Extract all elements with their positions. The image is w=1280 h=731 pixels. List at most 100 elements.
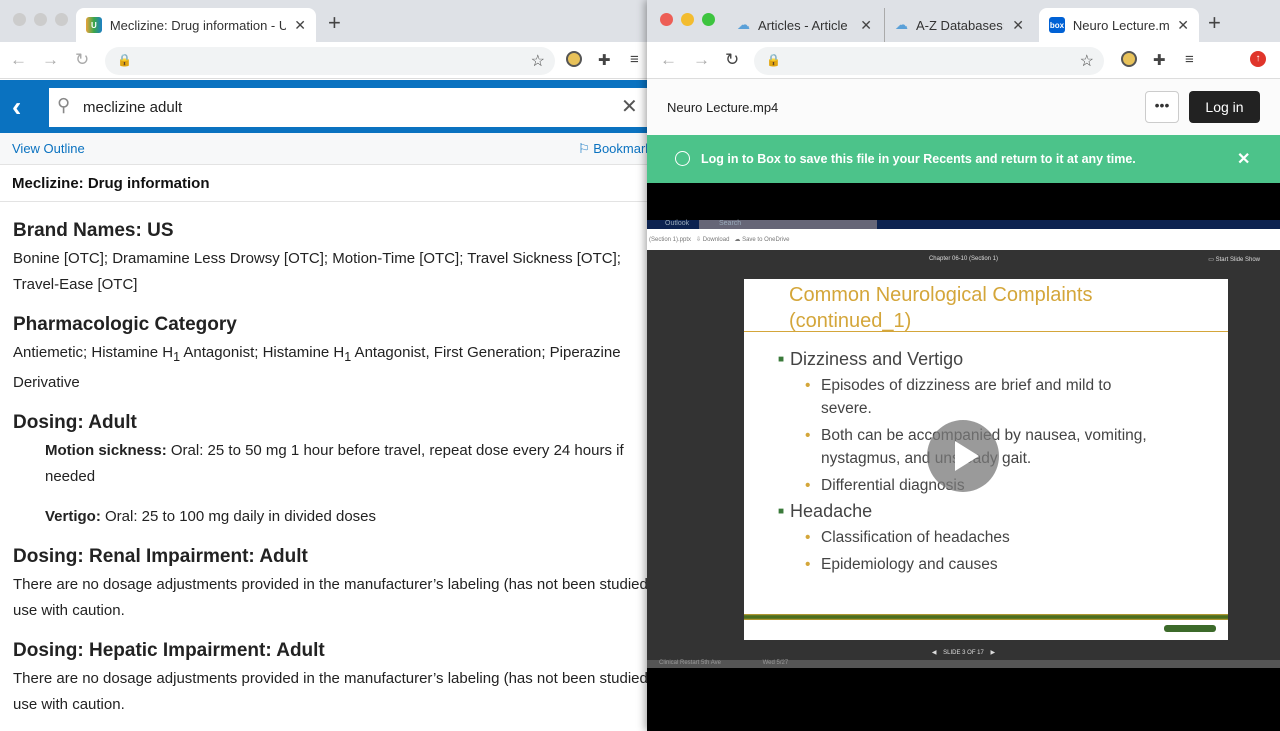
close-tab-icon[interactable]: ✕ [860,17,872,34]
tab-az-databases[interactable]: ☁ A-Z Databases: ✕ [884,8,1034,42]
close-window-button[interactable] [13,13,26,26]
slide-navigation: ◀ SLIDE 3 OF 17 ▶ [931,650,996,656]
chapter-title: Chapter 06-10 (Section 1) [928,256,999,262]
reload-icon[interactable]: ↻ [75,50,89,70]
back-icon[interactable]: ← [660,50,677,70]
file-name: Neuro Lecture.mp4 [667,100,779,115]
bullet: Headache [790,497,1147,526]
uptodate-favicon-icon: U [86,17,102,33]
email-row: Clinical Restart 5th Ave Wed 5/27 [647,660,1280,668]
zoom-window-button[interactable] [702,13,715,26]
clear-search-icon[interactable]: ✕ [621,94,638,119]
tab-meclizine[interactable]: U Meclizine: Drug information - U ✕ [76,8,316,42]
cloud-favicon-icon: ☁ [895,17,908,32]
extensions-puzzle-icon[interactable]: ✚ [1153,51,1166,69]
right-browser-window: ☁ Articles - Article ✕ ☁ A-Z Databases: ✕ bo… [647,0,1280,731]
back-arrow-icon[interactable]: ‹ [12,91,21,123]
url-input[interactable]: 🔒 ☆ [754,47,1104,75]
banner-text: Log in to Box to save this file in your … [701,152,1136,166]
heading-dosing-adult: Dosing: Adult [13,412,137,433]
forward-icon[interactable]: → [693,50,710,70]
bookmark-star-icon[interactable]: ☆ [1080,51,1094,71]
drug-content: Brand Names: US Bonine [OTC]; Dramamine … [13,218,660,731]
url-input[interactable]: 🔒 ☆ [105,47,555,75]
uptodate-header: ‹ ⚲ meclizine adult ✕ [0,80,660,133]
close-banner-icon[interactable]: ✕ [1237,149,1250,169]
window-controls [660,13,715,26]
heading-brand-names: Brand Names: US [13,220,174,241]
outlook-search: Search [699,220,877,229]
slide-counter: SLIDE 3 OF 17 [943,650,984,656]
heading-renal: Dosing: Renal Impairment: Adult [13,546,308,567]
search-input[interactable]: ⚲ meclizine adult ✕ [49,88,649,127]
extensions-puzzle-icon[interactable]: ✚ [598,51,611,69]
renal-text: There are no dosage adjustments provided… [13,576,658,619]
more-options-button[interactable]: ••• [1145,91,1179,123]
minimize-window-button[interactable] [681,13,694,26]
ppt-save: Save to OneDrive [742,237,790,243]
reload-icon[interactable]: ↻ [725,50,739,70]
search-query[interactable]: meclizine adult [83,99,182,116]
close-tab-icon[interactable]: ✕ [294,17,306,34]
bookmark-icon: ⚐ [578,141,590,156]
login-banner: Log in to Box to save this file in your … [647,135,1280,183]
extension-shield-icon[interactable] [1121,51,1137,67]
hepatic-text: There are no dosage adjustments provided… [13,670,658,713]
user-icon [675,151,690,166]
document-title: Meclizine: Drug information [0,165,660,202]
outlook-bar: Outlook Search [647,220,1280,229]
bullet: Epidemiology and causes [792,553,1147,576]
media-queue-icon[interactable]: ≡ [1185,51,1194,68]
box-header: Neuro Lecture.mp4 ••• Log in [647,79,1280,135]
vertigo-dosing: Vertigo: Oral: 25 to 100 mg daily in div… [45,508,376,525]
slide-footer-bar [744,614,1228,620]
tab-strip: ☁ Articles - Article ✕ ☁ A-Z Databases: ✕ bo… [647,0,1280,42]
box-favicon-icon: box [1049,17,1065,33]
extension-shield-icon[interactable] [566,51,582,67]
brand-names-text: Bonine [OTC]; Dramamine Less Drowsy [OTC… [13,250,621,293]
outlook-label: Outlook [665,220,690,227]
view-outline-link[interactable]: View Outline [12,141,85,156]
minimize-window-button[interactable] [34,13,47,26]
motion-sickness-dosing: Motion sickness: Oral: 25 to 50 mg 1 hou… [45,442,624,485]
tab-articles[interactable]: ☁ Articles - Article ✕ [727,8,882,42]
heading-hepatic: Dosing: Hepatic Impairment: Adult [13,640,325,661]
slide-title: Common Neurological Complaints (continued… [789,284,1093,332]
tab-title: Neuro Lecture.m [1072,17,1170,33]
tab-title: A-Z Databases: [916,17,1005,33]
search-icon: ⚲ [57,95,71,115]
video-player[interactable]: Outlook Search (Section 1).pptx ⇩ Downloa… [647,183,1280,731]
close-tab-icon[interactable]: ✕ [1012,17,1024,34]
back-icon[interactable]: ← [10,50,27,70]
tab-neuro-lecture[interactable]: box Neuro Lecture.m ✕ [1039,8,1199,42]
address-bar-row: ← → ↻ 🔒 ☆ ✚ ≡ [0,42,660,79]
zoom-window-button[interactable] [55,13,68,26]
title-rule [744,331,1228,332]
new-tab-icon[interactable]: + [328,10,341,36]
heading-pharmacologic-category: Pharmacologic Category [13,314,237,335]
lock-icon: 🔒 [117,53,132,67]
new-tab-icon[interactable]: + [1208,10,1221,36]
close-tab-icon[interactable]: ✕ [1177,17,1189,34]
ppt-toolbar: (Section 1).pptx ⇩ Download ☁ Save to On… [647,229,1280,250]
bullet: Classification of headaches [792,526,1147,549]
close-window-button[interactable] [660,13,673,26]
tab-title: Meclizine: Drug information - U [109,17,287,33]
bookmark-button[interactable]: ⚐ Bookmark [578,141,652,157]
bullet: Dizziness and Vertigo [790,345,1147,374]
pharmacologic-category-text: Antiemetic; Histamine H1 Antagonist; His… [13,344,621,391]
school-logo-icon [1164,625,1216,632]
update-icon[interactable]: ↑ [1250,51,1266,67]
bookmark-label: Bookmark [593,141,652,156]
bookmark-star-icon[interactable]: ☆ [531,51,545,71]
start-slideshow: ▭ Start Slide Show [1208,257,1260,263]
forward-icon[interactable]: → [42,50,59,70]
lock-icon: 🔒 [766,53,781,67]
media-queue-icon[interactable]: ≡ [630,51,639,68]
ppt-file: (Section 1).pptx [649,237,692,243]
play-button-icon[interactable] [927,420,999,492]
left-browser-window: U Meclizine: Drug information - U ✕ + ← … [0,0,660,731]
login-button[interactable]: Log in [1189,91,1260,123]
bullet: Episodes of dizziness are brief and mild… [792,374,1147,420]
tab-strip: U Meclizine: Drug information - U ✕ + [0,0,660,42]
